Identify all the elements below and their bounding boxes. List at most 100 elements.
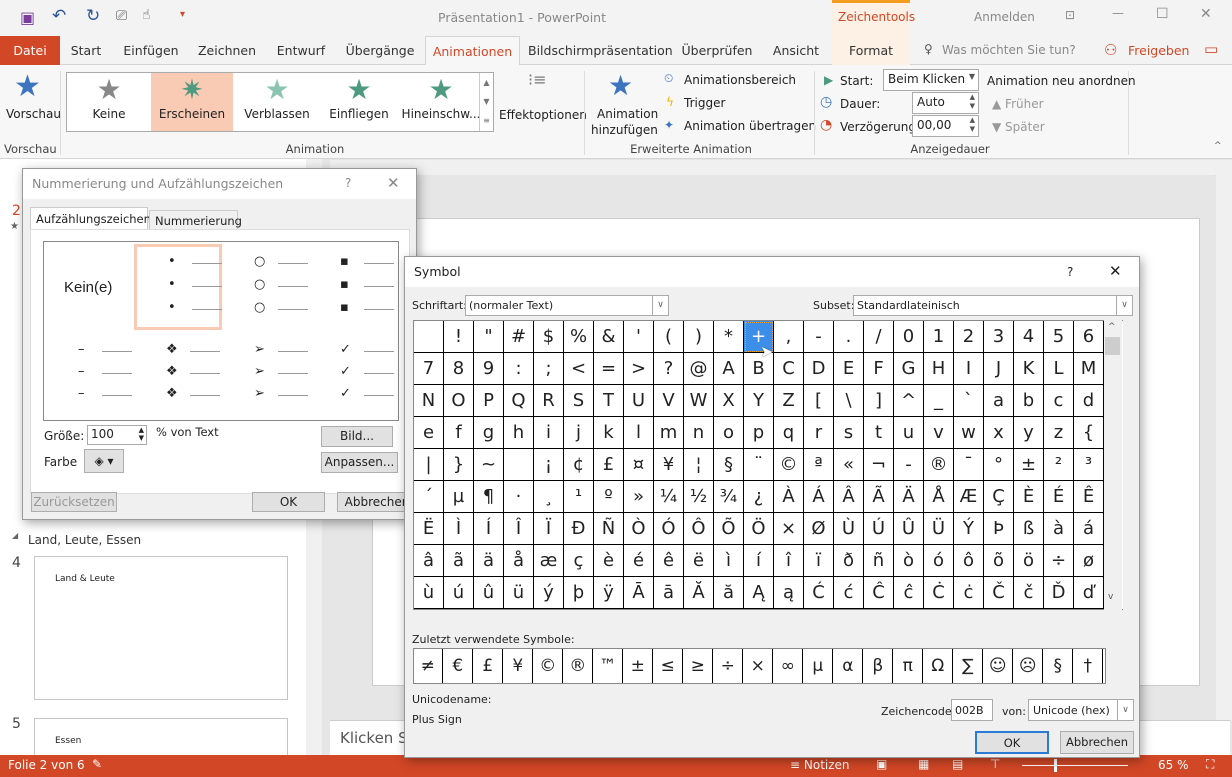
- symbol-cell[interactable]: Č: [984, 577, 1014, 609]
- signin-link[interactable]: Anmelden: [974, 10, 1035, 24]
- symbol-cell[interactable]: Ê: [1074, 481, 1104, 513]
- symbol-cell[interactable]: ü: [504, 577, 534, 609]
- symbol-cell[interactable]: õ: [984, 545, 1014, 577]
- symbol-cell[interactable]: =: [594, 353, 624, 385]
- symbol-cell[interactable]: ù: [414, 577, 444, 609]
- symbol-cell[interactable]: ï: [804, 545, 834, 577]
- symbol-cell[interactable]: ': [624, 321, 654, 353]
- symbol-cell[interactable]: L: [1044, 353, 1074, 385]
- symbol-cell[interactable]: Ë: [414, 513, 444, 545]
- symbol-cell[interactable]: Ć: [804, 577, 834, 609]
- symbol-cell[interactable]: [504, 449, 534, 481]
- symbol-cell[interactable]: U: [624, 385, 654, 417]
- tell-me-input[interactable]: Was möchten Sie tun?: [942, 43, 1076, 57]
- symbol-cell[interactable]: O: [444, 385, 474, 417]
- symbol-cell[interactable]: Z: [774, 385, 804, 417]
- symbol-cell[interactable]: Ï: [534, 513, 564, 545]
- symbol-cell[interactable]: ¹: [564, 481, 594, 513]
- symbol-cell[interactable]: ó: [924, 545, 954, 577]
- symbol-cell[interactable]: [414, 321, 444, 353]
- symbol-cell[interactable]: «: [834, 449, 864, 481]
- symbol-cell[interactable]: Ĉ: [864, 577, 894, 609]
- effect-options-button[interactable]: Effektoptionen: [499, 108, 587, 122]
- symbol-cell[interactable]: G: [894, 353, 924, 385]
- symbol-cell[interactable]: 5: [1044, 321, 1074, 353]
- bullet-option-none[interactable]: Kein(e): [64, 279, 112, 296]
- symbol-cell[interactable]: ¶: [474, 481, 504, 513]
- size-spinner[interactable]: 100 ▲ ▼: [87, 425, 147, 445]
- symbol-cell[interactable]: ä: [474, 545, 504, 577]
- trigger-button[interactable]: Trigger: [684, 96, 725, 110]
- recent-symbol-cell[interactable]: ≤: [654, 649, 683, 683]
- symbol-cell[interactable]: I: [954, 353, 984, 385]
- symbol-cell[interactable]: n: [684, 417, 714, 449]
- recent-symbol-cell[interactable]: ©: [534, 649, 563, 683]
- symbol-cell[interactable]: ±: [1014, 449, 1044, 481]
- symbol-cell[interactable]: Þ: [984, 513, 1014, 545]
- symbol-cell[interactable]: ¼: [654, 481, 684, 513]
- notes-button[interactable]: ≡ Notizen: [790, 758, 850, 772]
- symbol-cell[interactable]: ą: [774, 577, 804, 609]
- symbol-cell[interactable]: 2: [954, 321, 984, 353]
- symbol-cell[interactable]: {: [1074, 417, 1104, 449]
- symbol-cell[interactable]: E: [834, 353, 864, 385]
- symbol-cell[interactable]: ©: [774, 449, 804, 481]
- slide-thumbnail-5[interactable]: Essen: [34, 718, 288, 758]
- symbol-cell[interactable]: M: [1074, 353, 1104, 385]
- symbol-cell[interactable]: (: [654, 321, 684, 353]
- undo-icon[interactable]: ↶: [52, 6, 66, 26]
- symbol-cell[interactable]: ì: [714, 545, 744, 577]
- slide-thumbnail-4[interactable]: Land & Leute: [34, 556, 288, 700]
- tab-zeichnen[interactable]: Zeichnen: [194, 36, 260, 65]
- symbol-cell[interactable]: æ: [534, 545, 564, 577]
- symbol-cell[interactable]: ċ: [954, 577, 984, 609]
- symbol-cell[interactable]: Ã: [864, 481, 894, 513]
- symbol-grid-scrollbar[interactable]: ^ v: [1104, 320, 1122, 610]
- gallery-item-keine[interactable]: ★ Keine: [67, 73, 151, 131]
- symbol-cell[interactable]: f: [444, 417, 474, 449]
- symbol-cell[interactable]: Ċ: [924, 577, 954, 609]
- symbol-cell[interactable]: â: [414, 545, 444, 577]
- symbol-cell[interactable]: å: [504, 545, 534, 577]
- reset-button[interactable]: Zurücksetzen: [31, 492, 117, 512]
- symbol-cell[interactable]: ¢: [564, 449, 594, 481]
- zoom-level[interactable]: 65 %: [1158, 758, 1189, 772]
- symbol-cell[interactable]: ;: [534, 353, 564, 385]
- symbol-cell[interactable]: ¡: [534, 449, 564, 481]
- from-select[interactable]: Unicode (hex) ∨: [1028, 699, 1134, 721]
- symbol-cell[interactable]: b: [1014, 385, 1044, 417]
- symbol-cell[interactable]: ã: [444, 545, 474, 577]
- symbol-cell[interactable]: ¦: [684, 449, 714, 481]
- symbol-cell[interactable]: _: [924, 385, 954, 417]
- start-select[interactable]: Beim Klicken ▼: [883, 69, 979, 91]
- delay-spinner[interactable]: 00,00 ▲ ▼: [912, 115, 979, 137]
- symbol-cell[interactable]: ¥: [654, 449, 684, 481]
- symbol-cell[interactable]: j: [564, 417, 594, 449]
- symbol-cell[interactable]: á: [1074, 513, 1104, 545]
- symbol-cell[interactable]: J: [984, 353, 1014, 385]
- close-button[interactable]: ✕: [1109, 262, 1122, 280]
- char-code-input[interactable]: 002B: [951, 699, 993, 721]
- symbol-cell[interactable]: 4: [1014, 321, 1044, 353]
- symbol-cell[interactable]: Y: [744, 385, 774, 417]
- symbol-cell[interactable]: R: [534, 385, 564, 417]
- move-later-button[interactable]: ▼ Später: [992, 120, 1045, 134]
- symbol-cell[interactable]: [: [804, 385, 834, 417]
- symbol-cell[interactable]: Ý: [954, 513, 984, 545]
- symbol-cell[interactable]: V: [654, 385, 684, 417]
- symbol-cell[interactable]: ø: [1074, 545, 1104, 577]
- symbol-cell[interactable]: }: [444, 449, 474, 481]
- symbol-cell[interactable]: µ: [444, 481, 474, 513]
- symbol-cell[interactable]: %: [564, 321, 594, 353]
- tab-aufzaehlungszeichen[interactable]: Aufzählungszeichen: [30, 207, 151, 230]
- recent-symbol-cell[interactable]: π: [894, 649, 923, 683]
- recent-symbol-cell[interactable]: £: [474, 649, 503, 683]
- symbol-cell[interactable]: \: [834, 385, 864, 417]
- symbol-cell[interactable]: :: [504, 353, 534, 385]
- symbol-cell[interactable]: @: [684, 353, 714, 385]
- slideshow-icon[interactable]: ⊤: [990, 757, 1000, 771]
- symbol-cell[interactable]: q: [774, 417, 804, 449]
- recent-symbol-cell[interactable]: ÷: [714, 649, 743, 683]
- symbol-cell[interactable]: É: [1044, 481, 1074, 513]
- symbol-cell[interactable]: Ô: [684, 513, 714, 545]
